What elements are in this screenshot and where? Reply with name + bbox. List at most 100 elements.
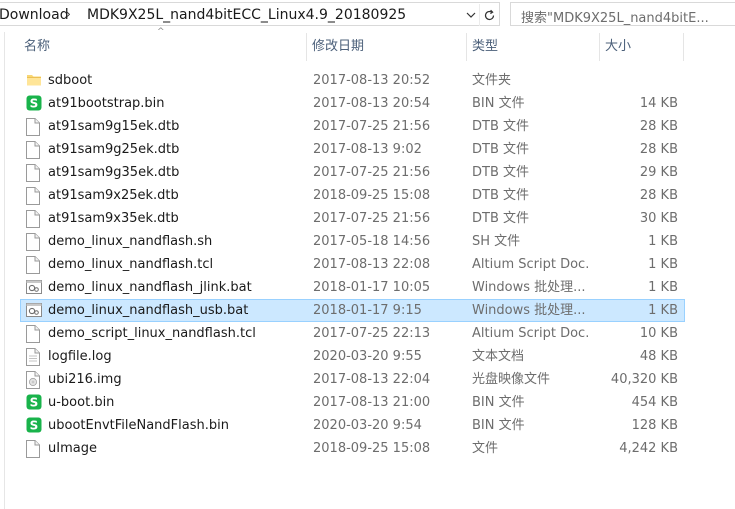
file-name: at91sam9g35ek.dtb <box>48 165 180 180</box>
file-row[interactable]: Sat91bootstrap.bin 2017-08-13 20:54 BIN 文件… <box>20 92 685 115</box>
file-row[interactable]: at91sam9g25ek.dtb 2017-08-13 9:02 DTB 文件 28… <box>20 138 685 161</box>
address-box[interactable]: Download › MDK9X25L_nand4bitECC_Linux4.9… <box>0 2 500 26</box>
file-row[interactable]: Su-boot.bin 2017-08-13 21:00 BIN 文件 454 KB <box>20 391 685 414</box>
file-date-modified: 2017-08-13 22:04 <box>313 372 431 387</box>
file-date-modified: 2018-01-17 10:05 <box>313 280 431 295</box>
file-row[interactable]: demo_linux_nandflash.sh 2017-05-18 14:56 S… <box>20 230 685 253</box>
file-type: Windows 批处理... <box>472 303 586 318</box>
file-size: 28 KB <box>639 188 678 203</box>
file-row[interactable]: sdboot 2017-08-13 20:52 文件夹 <box>20 69 685 92</box>
navigation-pane-border <box>4 32 5 509</box>
refresh-button[interactable] <box>479 4 499 26</box>
file-type: BIN 文件 <box>472 395 525 410</box>
file-size: 128 KB <box>631 418 678 433</box>
bin-file-icon: S <box>26 394 42 412</box>
column-header-size[interactable]: 大小 <box>601 31 681 63</box>
svg-text:S: S <box>30 419 39 433</box>
file-type: DTB 文件 <box>472 142 530 157</box>
file-type: DTB 文件 <box>472 165 530 180</box>
file-row[interactable]: uImage 2018-09-25 15:08 文件 4,242 KB <box>20 437 685 460</box>
file-date-modified: 2018-09-25 15:08 <box>313 441 431 456</box>
file-icon <box>26 141 42 159</box>
file-name: demo_linux_nandflash_usb.bat <box>48 303 249 318</box>
file-date-modified: 2017-08-13 9:02 <box>313 142 422 157</box>
file-type: SH 文件 <box>472 234 521 249</box>
file-name: ubi216.img <box>48 372 122 387</box>
file-size: 10 KB <box>639 326 678 341</box>
file-size <box>593 70 678 91</box>
file-type: Altium Script Doc... <box>472 257 590 272</box>
file-date-modified: 2018-09-25 15:08 <box>313 188 431 203</box>
column-divider[interactable] <box>599 33 600 61</box>
file-row[interactable]: SubootEnvtFileNandFlash.bin 2020-03-20 9:… <box>20 414 685 437</box>
file-name: logfile.log <box>48 349 112 364</box>
file-name: at91sam9x35ek.dtb <box>48 211 179 226</box>
file-name: at91sam9x25ek.dtb <box>48 188 179 203</box>
file-date-modified: 2017-08-13 21:00 <box>313 395 431 410</box>
file-type: Windows 批处理... <box>472 280 586 295</box>
column-header: ^ 名称 修改日期 类型 大小 <box>20 28 685 63</box>
breadcrumb-current-folder[interactable]: MDK9X25L_nand4bitECC_Linux4.9_20180925 <box>87 7 406 23</box>
batch-file-icon <box>26 279 42 297</box>
file-type: DTB 文件 <box>472 188 530 203</box>
file-date-modified: 2018-01-17 9:15 <box>313 303 422 318</box>
file-type: Altium Script Doc... <box>472 326 590 341</box>
chevron-down-icon <box>466 12 475 18</box>
file-type: DTB 文件 <box>472 211 530 226</box>
file-row[interactable]: demo_linux_nandflash.tcl 2017-08-13 22:08… <box>20 253 685 276</box>
column-divider[interactable] <box>683 33 684 61</box>
file-icon <box>26 187 42 205</box>
file-size: 4,242 KB <box>619 441 678 456</box>
file-type: 光盘映像文件 <box>472 372 551 387</box>
file-row[interactable]: at91sam9x25ek.dtb 2018-09-25 15:08 DTB 文件 2… <box>20 184 685 207</box>
column-header-name[interactable]: 名称 <box>20 31 305 63</box>
column-divider[interactable] <box>466 33 467 61</box>
file-name: uImage <box>48 441 97 456</box>
file-size: 40,320 KB <box>610 372 678 387</box>
file-row[interactable]: demo_linux_nandflash_usb.bat 2018-01-17 9… <box>20 299 685 322</box>
file-size: 1 KB <box>648 280 678 295</box>
bin-file-icon: S <box>26 95 42 113</box>
search-box[interactable]: 搜索"MDK9X25L_nand4bitE... <box>510 2 735 26</box>
file-row[interactable]: logfile.log 2020-03-20 9:55 文本文档 48 KB <box>20 345 685 368</box>
file-icon <box>26 164 42 182</box>
column-header-type[interactable]: 类型 <box>468 31 598 63</box>
file-icon <box>26 210 42 228</box>
refresh-icon <box>484 9 495 20</box>
file-row[interactable]: at91sam9g15ek.dtb 2017-07-25 21:56 DTB 文件 2… <box>20 115 685 138</box>
search-input[interactable]: 搜索"MDK9X25L_nand4bitE... <box>521 7 726 26</box>
column-header-date[interactable]: 修改日期 <box>308 31 464 63</box>
file-row[interactable]: at91sam9x35ek.dtb 2017-07-25 21:56 DTB 文件 3… <box>20 207 685 230</box>
breadcrumb-separator[interactable]: › <box>66 7 71 21</box>
file-name: demo_linux_nandflash.sh <box>48 234 213 249</box>
file-size: 454 KB <box>631 395 678 410</box>
file-icon <box>26 440 42 458</box>
file-size: 1 KB <box>648 303 678 318</box>
file-size: 1 KB <box>648 234 678 249</box>
address-bar: Download › MDK9X25L_nand4bitECC_Linux4.9… <box>0 0 735 30</box>
file-icon <box>26 256 42 274</box>
file-date-modified: 2017-08-13 22:08 <box>313 257 431 272</box>
file-type: 文件夹 <box>472 73 512 88</box>
file-row[interactable]: demo_linux_nandflash_jlink.bat 2018-01-17… <box>20 276 685 299</box>
folder-icon <box>26 72 42 90</box>
file-date-modified: 2020-03-20 9:55 <box>313 349 422 364</box>
address-history-dropdown[interactable] <box>462 5 479 25</box>
file-name: at91sam9g15ek.dtb <box>48 119 180 134</box>
text-file-icon <box>26 348 42 366</box>
disc-image-icon <box>26 371 42 389</box>
file-size: 29 KB <box>639 165 678 180</box>
file-date-modified: 2017-05-18 14:56 <box>313 234 431 249</box>
file-name: demo_linux_nandflash_jlink.bat <box>48 280 252 295</box>
file-date-modified: 2017-08-13 20:52 <box>313 73 431 88</box>
column-divider[interactable] <box>306 33 307 61</box>
file-date-modified: 2017-07-25 21:56 <box>313 211 431 226</box>
file-row[interactable]: ubi216.img 2017-08-13 22:04 光盘映像文件 40,320 K… <box>20 368 685 391</box>
breadcrumb-download[interactable]: Download <box>0 7 69 23</box>
file-date-modified: 2017-07-25 21:56 <box>313 119 431 134</box>
file-name: ubootEnvtFileNandFlash.bin <box>48 418 229 433</box>
file-row[interactable]: at91sam9g35ek.dtb 2017-07-25 21:56 DTB 文件 2… <box>20 161 685 184</box>
file-icon <box>26 325 42 343</box>
batch-file-icon <box>26 302 42 320</box>
file-row[interactable]: demo_script_linux_nandflash.tcl 2017-07-2… <box>20 322 685 345</box>
